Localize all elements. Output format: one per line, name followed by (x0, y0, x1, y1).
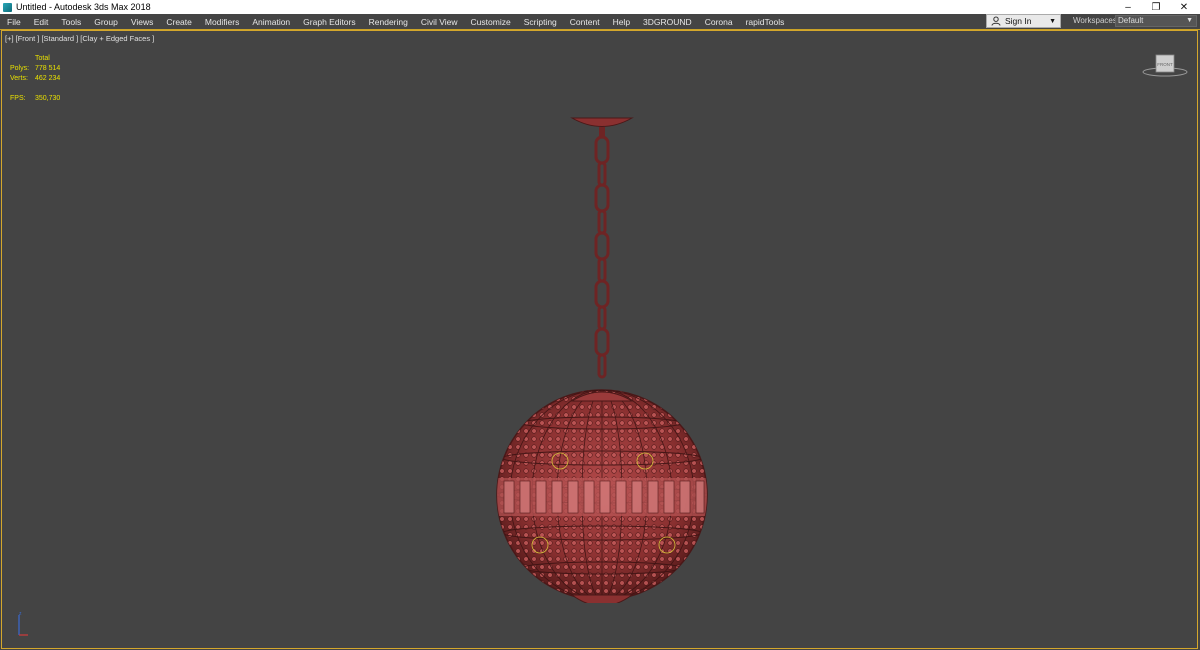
menu-edit[interactable]: Edit (27, 17, 55, 27)
menu-tools[interactable]: Tools (54, 17, 87, 27)
viewport-front[interactable]: [+] [Front ] [Standard ] [Clay + Edged F… (1, 30, 1198, 649)
window-title: Untitled - Autodesk 3ds Max 2018 (16, 2, 151, 12)
stats-header: Total (35, 55, 50, 62)
svg-text:z: z (19, 611, 22, 617)
chevron-down-icon: ▼ (1049, 18, 1056, 25)
workspaces-dropdown[interactable]: Default ▼ (1115, 15, 1197, 27)
polys-value: 778 514 (35, 65, 61, 72)
app-icon (3, 2, 12, 12)
chandelier-model[interactable] (482, 83, 722, 603)
title-bar: Untitled - Autodesk 3ds Max 2018 – ❐ ✕ (0, 0, 1200, 14)
verts-value: 462 234 (35, 75, 61, 82)
menu-graph-editors[interactable]: Graph Editors (296, 17, 361, 27)
menu-scripting[interactable]: Scripting (517, 17, 563, 27)
minimize-button[interactable]: – (1114, 0, 1142, 14)
menu-3dground[interactable]: 3DGROUND (636, 17, 698, 27)
menu-corona[interactable]: Corona (698, 17, 739, 27)
workspaces-value: Default (1118, 16, 1144, 25)
menu-modifiers[interactable]: Modifiers (198, 17, 245, 27)
menu-animation[interactable]: Animation (245, 17, 296, 27)
sign-in-label: Sign In (1005, 16, 1032, 26)
workspaces-label: Workspaces: (1073, 16, 1120, 25)
menu-customize[interactable]: Customize (464, 17, 517, 27)
menu-create[interactable]: Create (159, 17, 198, 27)
axis-tripod-icon: z (18, 611, 28, 636)
chevron-down-icon: ▼ (1186, 17, 1193, 24)
statistics-overlay: Total Polys: 778 514 Verts: 462 234 FPS: 35… (10, 54, 75, 104)
menu-civil-view[interactable]: Civil View (414, 17, 464, 27)
menu-group[interactable]: Group (87, 17, 124, 27)
viewcube[interactable]: FRONT (1142, 53, 1188, 77)
fps-label: FPS: (10, 95, 26, 102)
polys-label: Polys: (10, 65, 30, 72)
menu-rendering[interactable]: Rendering (362, 17, 414, 27)
menu-help[interactable]: Help (606, 17, 636, 27)
menu-file[interactable]: File (0, 17, 27, 27)
sign-in-button[interactable]: Sign In ▼ (986, 14, 1061, 28)
close-button[interactable]: ✕ (1170, 0, 1198, 14)
menu-rapidtools[interactable]: rapidTools (739, 17, 791, 27)
viewcube-face-label: FRONT (1157, 62, 1173, 67)
restore-button[interactable]: ❐ (1142, 0, 1170, 14)
viewport-label[interactable]: [+] [Front ] [Standard ] [Clay + Edged F… (5, 34, 154, 43)
fps-value: 350,730 (35, 95, 61, 102)
menu-content[interactable]: Content (563, 17, 606, 27)
user-icon (991, 16, 1001, 26)
verts-label: Verts: (10, 75, 28, 82)
menu-views[interactable]: Views (124, 17, 160, 27)
